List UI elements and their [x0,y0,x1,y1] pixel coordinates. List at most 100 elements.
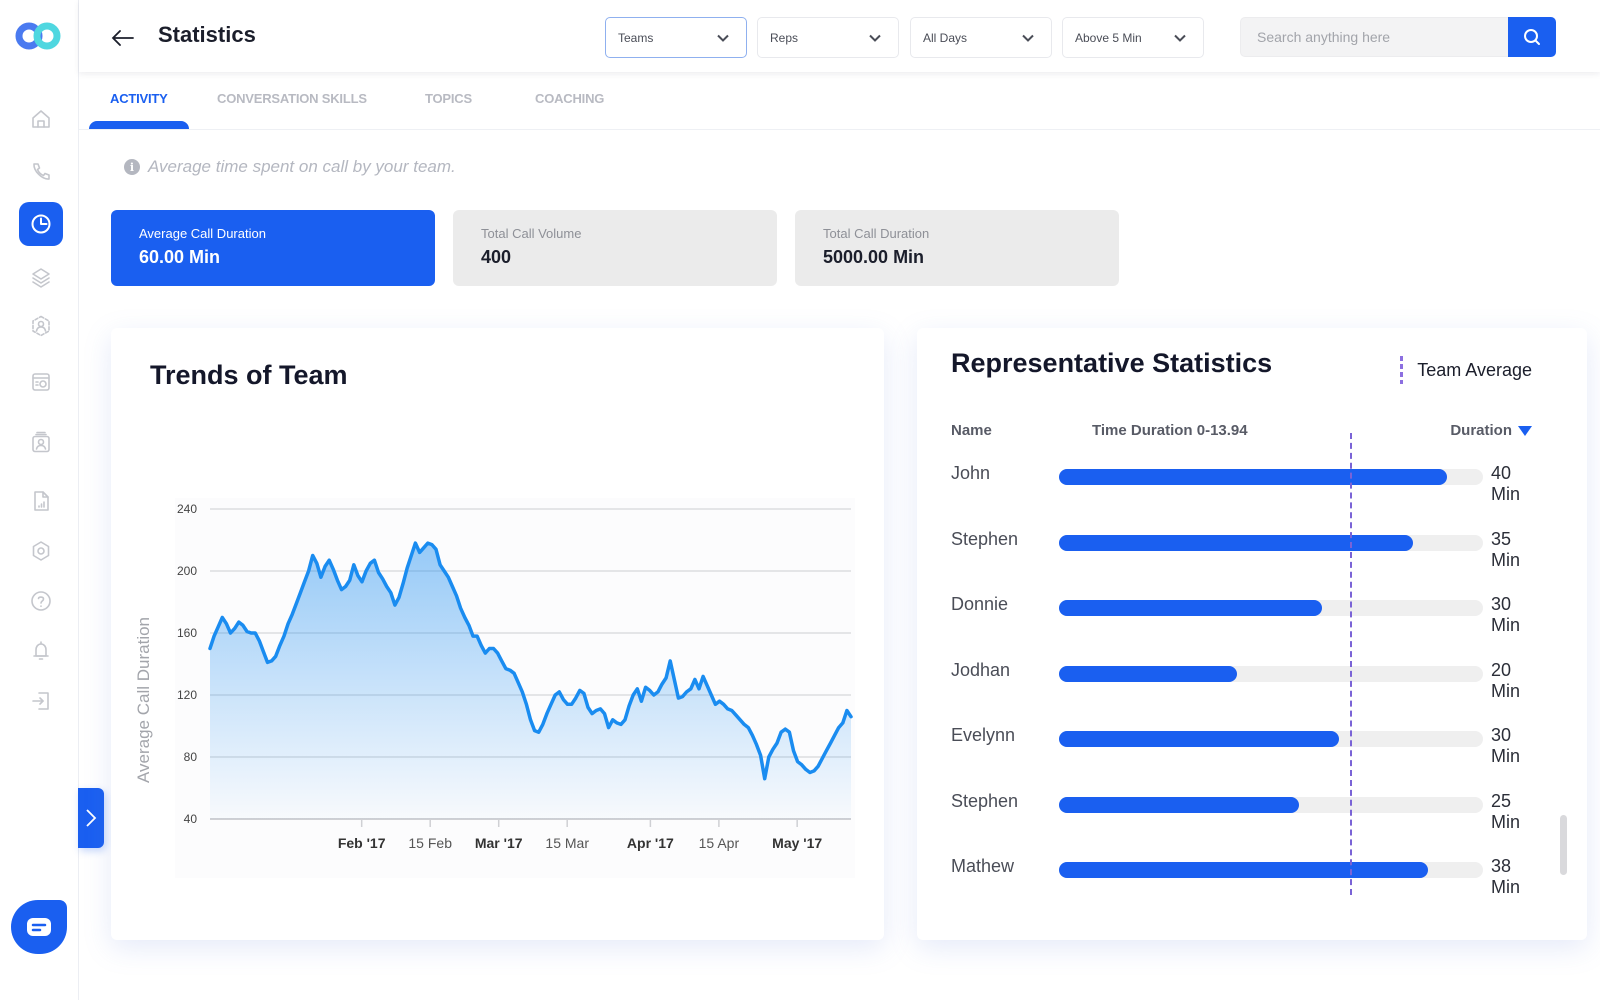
logo-icon[interactable] [15,22,63,50]
sidebar-item-calls[interactable] [19,150,63,194]
sidebar-item-calendar[interactable] [19,360,63,404]
help-icon [31,591,51,611]
representative-statistics-card: Representative Statistics Team Average N… [917,328,1587,940]
search-button[interactable] [1508,17,1556,57]
stat-card-total-call-volume[interactable]: Total Call Volume 400 [453,210,777,286]
rep-bar-track [1059,534,1483,551]
bell-icon [33,641,49,660]
tab-activity[interactable]: ACTIVITY [110,91,168,106]
rep-stats-title: Representative Statistics [951,348,1273,378]
filter-teams[interactable]: Teams [605,17,747,58]
rep-duration: 25 Min [1491,790,1521,832]
dashed-line-legend-icon [1400,356,1404,384]
stat-value: 60.00 Min [139,247,221,267]
tab-coaching[interactable]: COACHING [535,91,604,106]
rep-row[interactable]: Jodhan 20 Min [951,657,1541,701]
x-tick-label: Apr '17 [627,835,674,851]
stat-card-average-call-duration[interactable]: Average Call Duration 60.00 Min [111,210,435,286]
info-line: i Average time spent on call by your tea… [124,157,456,177]
phone-icon [33,163,50,180]
team-average-legend: Team Average [1400,356,1532,384]
rep-row[interactable]: John 40 Min [951,460,1541,504]
stat-label: Total Call Duration [823,226,930,241]
rep-name: John [951,463,991,483]
sidebar-item-settings[interactable] [19,529,63,573]
rep-name: Jodhan [951,659,1011,680]
stat-label: Total Call Volume [481,226,582,241]
chevron-down-icon [869,34,881,42]
rep-duration: 35 Min [1491,528,1521,570]
header: Statistics Teams Reps All Days Above 5 M… [79,0,1600,72]
sidebar-item-reports[interactable] [19,479,63,523]
rep-row[interactable]: Mathew 38 Min [951,853,1541,897]
search-icon [1524,29,1540,45]
x-tick-label: Mar '17 [475,835,523,851]
y-tick-label: 40 [184,812,198,826]
column-header-duration[interactable]: Duration [1450,422,1532,439]
sort-desc-icon [1518,426,1532,437]
filter-days[interactable]: All Days [910,17,1052,58]
x-tick-label: 15 Feb [408,835,452,851]
y-axis-label: Average Call Duration [134,617,153,783]
settings-icon [32,541,50,561]
trend-chart: 40 80 120 160 200 240 Feb '17 15 Feb Mar '17 15 … [134,498,855,878]
sidebar-item-contacts[interactable] [19,420,63,464]
rep-bar-fill [1059,665,1238,682]
rep-row[interactable]: Donnie 30 Min [951,591,1541,635]
rep-bar-track [1059,665,1483,682]
rep-name: Mathew [951,856,1015,876]
search-input[interactable] [1240,17,1508,57]
back-button[interactable] [109,24,137,52]
rep-row[interactable]: Stephen 35 Min [951,526,1541,570]
filter-reps[interactable]: Reps [757,17,899,58]
sidebar-item-help[interactable] [19,579,63,623]
expand-sidebar-button[interactable] [78,788,104,848]
tab-topics[interactable]: TOPICS [425,91,472,106]
filter-label: Reps [770,30,799,45]
info-text: Average time spent on call by your team. [148,157,456,176]
rep-name: Donnie [951,594,1009,614]
stat-value: 400 [481,247,512,267]
rep-duration: 30 Min [1491,725,1521,766]
rep-bar-fill [1059,600,1322,616]
rep-bar-fill [1059,469,1447,485]
rep-row[interactable]: Stephen 25 Min [951,788,1541,832]
sidebar-item-logout[interactable] [19,679,63,723]
arrow-left-icon [111,30,134,46]
rep-bar-track [1059,469,1483,485]
filter-label: All Days [923,30,968,45]
chat-button[interactable] [11,900,67,954]
home-icon [32,110,50,128]
rep-row[interactable]: Evelynn 30 Min [951,722,1541,766]
rep-duration: 20 Min [1491,659,1521,701]
stat-card-total-call-duration[interactable]: Total Call Duration 5000.00 Min [795,210,1119,286]
info-icon: i [124,159,140,175]
y-tick-label: 240 [177,502,197,516]
chat-icon [27,918,51,936]
sidebar [0,0,79,1000]
sidebar-item-statistics[interactable] [19,202,63,246]
sidebar-item-layers[interactable] [19,256,63,300]
rep-name: Stephen [951,790,1019,811]
pie-chart-icon [31,214,51,234]
y-tick-label: 160 [177,626,197,640]
sidebar-item-notifications[interactable] [19,629,63,673]
x-tick-label: Feb '17 [338,835,386,851]
tab-bar: ACTIVITY CONVERSATION SKILLS TOPICS COAC… [79,72,1600,130]
rep-bar-track [1059,796,1483,813]
x-tick-label: 15 Mar [545,835,589,851]
report-icon [34,491,49,511]
scrollbar[interactable] [1560,815,1567,875]
tab-conversation-skills[interactable]: CONVERSATION SKILLS [217,91,367,106]
filter-duration[interactable]: Above 5 Min [1062,17,1204,58]
chevron-right-icon [86,809,97,827]
sidebar-item-team[interactable] [19,304,63,348]
stat-value: 5000.00 Min [823,247,925,267]
rep-bar-track [1059,862,1483,878]
y-tick-label: 80 [184,750,198,764]
sidebar-item-home[interactable] [19,97,63,141]
rep-bar-track [1059,731,1483,747]
rep-bar-fill [1059,534,1414,551]
x-tick-label: May '17 [772,835,822,851]
rep-bar-track [1059,600,1483,616]
